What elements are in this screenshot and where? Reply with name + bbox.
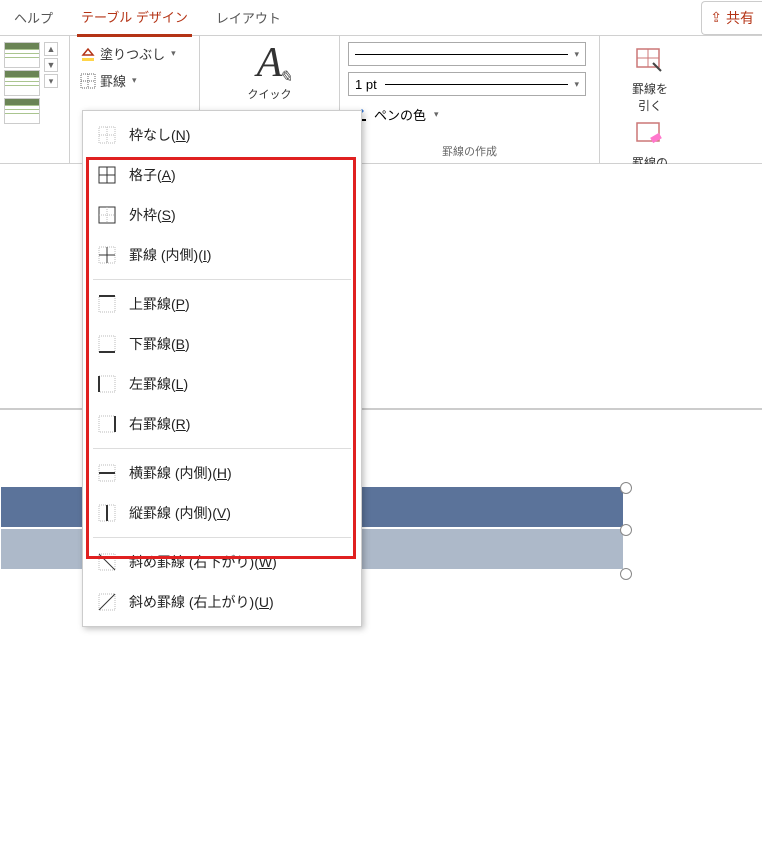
wordart-icon: A✎ bbox=[257, 42, 283, 84]
menu-item-diagonal-down[interactable]: 斜め罫線 (右下がり)(W) bbox=[83, 542, 361, 582]
menu-item-bottom-border[interactable]: 下罫線(B) bbox=[83, 324, 361, 364]
quick-styles-button[interactable]: A✎ クイック bbox=[208, 42, 331, 102]
diagonal-down-icon bbox=[97, 552, 117, 572]
borders-icon bbox=[80, 73, 96, 89]
chevron-down-icon: ▾ bbox=[574, 79, 579, 90]
pen-color-button[interactable]: ペンの色 ▾ bbox=[348, 102, 591, 127]
menu-item-inside-borders[interactable]: 罫線 (内側)(I) bbox=[83, 235, 361, 275]
share-label: 共有 bbox=[726, 8, 754, 28]
inside-vertical-icon bbox=[97, 503, 117, 523]
menu-item-left-border[interactable]: 左罫線(L) bbox=[83, 364, 361, 404]
table-style-thumbnail[interactable] bbox=[4, 98, 40, 124]
pen-style-combo[interactable]: ▾ bbox=[348, 42, 586, 66]
draw-border-button[interactable]: 罫線を 引く bbox=[608, 42, 692, 116]
menu-item-top-border[interactable]: 上罫線(P) bbox=[83, 284, 361, 324]
gallery-up-button[interactable]: ▲ bbox=[44, 42, 58, 56]
all-borders-icon bbox=[97, 165, 117, 185]
table-style-thumbnail[interactable] bbox=[4, 70, 40, 96]
menu-separator bbox=[93, 448, 351, 449]
style-gallery-scroll: ▲ ▼ ▾ bbox=[44, 42, 58, 88]
shading-button[interactable]: 塗りつぶし ▾ bbox=[78, 40, 191, 67]
diagonal-up-icon bbox=[97, 592, 117, 612]
gallery-more-button[interactable]: ▾ bbox=[44, 74, 58, 88]
share-button[interactable]: ⇪ 共有 bbox=[701, 1, 762, 35]
borders-button[interactable]: 罫線 ▾ bbox=[78, 67, 191, 94]
borders-dropdown-menu: 枠なし(N) 格子(A) 外枠(S) 罫線 (内側)(I) 上罫線(P) 下罫線… bbox=[82, 110, 362, 627]
ribbon-tabs: ヘルプ テーブル デザイン レイアウト ⇪ 共有 bbox=[0, 0, 762, 36]
right-border-icon bbox=[97, 414, 117, 434]
pen-weight-combo[interactable]: 1 pt ▾ bbox=[348, 72, 586, 96]
chevron-down-icon: ▾ bbox=[132, 75, 137, 86]
menu-item-all-borders[interactable]: 格子(A) bbox=[83, 155, 361, 195]
menu-separator bbox=[93, 537, 351, 538]
chevron-down-icon: ▾ bbox=[434, 109, 439, 120]
left-border-icon bbox=[97, 374, 117, 394]
pen-weight-value: 1 pt bbox=[355, 77, 377, 92]
group-label-draw: 罫線の作成 bbox=[348, 143, 591, 163]
tab-table-design[interactable]: テーブル デザイン bbox=[77, 0, 192, 37]
share-icon: ⇪ bbox=[710, 9, 722, 26]
menu-item-no-border[interactable]: 枠なし(N) bbox=[83, 115, 361, 155]
outside-borders-icon bbox=[97, 205, 117, 225]
menu-item-outside-borders[interactable]: 外枠(S) bbox=[83, 195, 361, 235]
menu-item-inside-horizontal[interactable]: 横罫線 (内側)(H) bbox=[83, 453, 361, 493]
eraser-icon bbox=[634, 118, 666, 150]
quick-label: クイック bbox=[248, 86, 292, 102]
menu-item-inside-vertical[interactable]: 縦罫線 (内側)(V) bbox=[83, 493, 361, 533]
draw-border-label: 罫線を 引く bbox=[632, 80, 668, 114]
gallery-down-button[interactable]: ▼ bbox=[44, 58, 58, 72]
pen-color-label: ペンの色 bbox=[374, 105, 426, 124]
menu-separator bbox=[93, 279, 351, 280]
no-border-icon bbox=[97, 125, 117, 145]
table-styles-group: ▲ ▼ ▾ bbox=[0, 36, 70, 163]
resize-handle[interactable] bbox=[620, 524, 632, 536]
inside-horizontal-icon bbox=[97, 463, 117, 483]
shading-label: 塗りつぶし bbox=[100, 44, 165, 63]
tab-help[interactable]: ヘルプ bbox=[10, 0, 57, 35]
menu-item-right-border[interactable]: 右罫線(R) bbox=[83, 404, 361, 444]
draw-borders-group: 罫線を 引く 罫線の 削除 bbox=[600, 36, 700, 163]
bottom-border-icon bbox=[97, 334, 117, 354]
table-style-thumbnail[interactable] bbox=[4, 42, 40, 68]
tab-layout[interactable]: レイアウト bbox=[212, 0, 285, 35]
chevron-down-icon: ▾ bbox=[574, 49, 579, 60]
line-weight-preview bbox=[385, 84, 569, 85]
chevron-down-icon: ▾ bbox=[171, 48, 176, 59]
top-border-icon bbox=[97, 294, 117, 314]
line-style-preview bbox=[355, 54, 568, 55]
borders-label: 罫線 bbox=[100, 71, 126, 90]
resize-handle[interactable] bbox=[620, 568, 632, 580]
line-settings-group: ▾ 1 pt ▾ ペンの色 ▾ 罫線の作成 bbox=[340, 36, 600, 163]
draw-table-icon bbox=[634, 44, 666, 76]
resize-handle[interactable] bbox=[620, 482, 632, 494]
inside-borders-icon bbox=[97, 245, 117, 265]
menu-item-diagonal-up[interactable]: 斜め罫線 (右上がり)(U) bbox=[83, 582, 361, 622]
fill-icon bbox=[80, 46, 96, 62]
